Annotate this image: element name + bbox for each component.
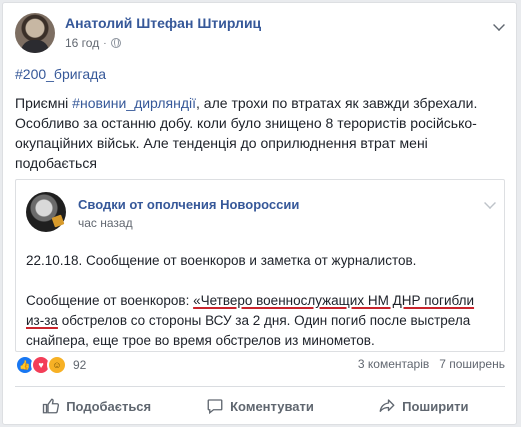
- share-button[interactable]: Поширити: [342, 391, 505, 421]
- post-time[interactable]: 16 год: [65, 36, 99, 50]
- shared-author-name[interactable]: Сводки от ополчения Новороссии: [78, 197, 299, 212]
- author-avatar[interactable]: [15, 13, 55, 53]
- shared-post[interactable]: Сводки от ополчения Новороссии час назад…: [15, 179, 505, 352]
- thumbs-up-icon: [43, 398, 60, 414]
- comments-count[interactable]: 3 коментарів: [358, 357, 429, 371]
- post-meta: 16 год ·: [65, 36, 121, 50]
- comment-button[interactable]: Коментувати: [178, 391, 341, 421]
- shared-line-2-prefix: Сообщение от военкоров:: [26, 293, 194, 308]
- haha-reaction-icon: ☺: [47, 355, 67, 375]
- post-card: Анатолий Штефан Штирлиц 16 год · #200_бр…: [2, 2, 517, 425]
- post-header: Анатолий Штефан Штирлиц 16 год ·: [15, 11, 505, 55]
- post-text: Приємні #новини_дирляндії, але трохи по …: [15, 93, 505, 173]
- share-label: Поширити: [402, 398, 469, 414]
- like-button[interactable]: Подобається: [15, 391, 178, 421]
- engagement-counts: 3 коментарів 7 поширень: [358, 357, 505, 371]
- reactions-summary[interactable]: 👍 ♥ ☺ 92: [15, 355, 86, 375]
- chevron-down-icon[interactable]: [484, 197, 496, 209]
- chevron-down-icon[interactable]: [493, 19, 505, 31]
- reactions-count[interactable]: 92: [73, 358, 86, 372]
- hashtag-link[interactable]: #200_бригада: [15, 66, 106, 82]
- shared-author-avatar[interactable]: [26, 192, 66, 232]
- post-text-prefix: Приємні: [15, 95, 73, 111]
- post-stats: 👍 ♥ ☺ 92 3 коментарів 7 поширень: [15, 355, 505, 375]
- comment-label: Коментувати: [230, 398, 314, 414]
- like-label: Подобається: [66, 398, 152, 414]
- share-icon: [379, 399, 395, 412]
- shared-post-body: 22.10.18. Сообщение от военкоров и замет…: [26, 251, 496, 351]
- post-hashtag-link[interactable]: #новини_дирляндії: [72, 95, 196, 111]
- shared-line-1: 22.10.18. Сообщение от военкоров и замет…: [26, 253, 417, 268]
- shared-line-2: Сообщение от военкоров: «Четверо военнос…: [26, 291, 496, 351]
- comment-icon: [207, 399, 223, 415]
- shared-post-time[interactable]: час назад: [78, 216, 133, 230]
- post-actions: Подобається Коментувати Поширити: [15, 386, 505, 424]
- separator-dot: ·: [103, 37, 107, 49]
- author-name[interactable]: Анатолий Штефан Штирлиц: [65, 15, 261, 31]
- globe-icon: [110, 38, 121, 48]
- shared-line-2-rest: обстрелов со стороны ВСУ за 2 дня. Один …: [26, 313, 471, 348]
- shares-count[interactable]: 7 поширень: [439, 357, 505, 371]
